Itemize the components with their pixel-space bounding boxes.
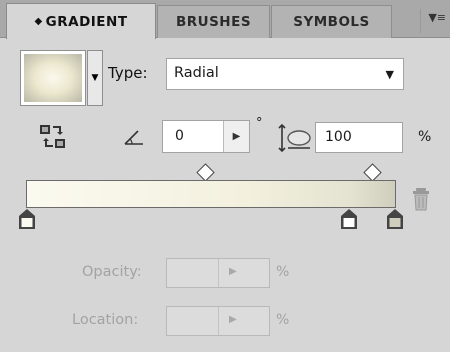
gradient-midpoint[interactable] bbox=[196, 163, 215, 182]
angle-icon bbox=[124, 130, 143, 145]
chevron-down-icon: ▼ bbox=[385, 68, 394, 81]
opacity-label: Opacity: bbox=[82, 264, 142, 280]
tab-brushes[interactable]: BRUSHES bbox=[157, 5, 270, 38]
aspect-ratio-input[interactable]: 100 bbox=[315, 122, 403, 153]
location-input: ▶ bbox=[166, 306, 270, 336]
opacity-unit: % bbox=[276, 264, 290, 280]
tab-symbols-label: SYMBOLS bbox=[293, 14, 370, 30]
location-stepper: ▶ bbox=[229, 314, 237, 325]
gradient-presets-dropdown[interactable]: ▼ bbox=[87, 50, 103, 106]
gradient-stop-middle[interactable] bbox=[340, 208, 358, 230]
gradient-midpoint[interactable] bbox=[363, 163, 382, 182]
location-label: Location: bbox=[72, 312, 139, 328]
opacity-input: ▶ bbox=[166, 258, 270, 288]
gradient-stop-start[interactable] bbox=[18, 208, 36, 230]
tab-brushes-label: BRUSHES bbox=[175, 14, 252, 30]
panel-menu-icon[interactable]: ▼≡ bbox=[420, 9, 446, 33]
aspect-value: 100 bbox=[325, 129, 352, 145]
chevron-down-icon: ▼ bbox=[91, 73, 99, 83]
tab-gradient-label: GRADIENT bbox=[45, 13, 128, 30]
type-select[interactable]: Radial ▼ bbox=[166, 58, 404, 90]
gradient-stop-end[interactable] bbox=[386, 208, 404, 230]
panel-tab-bar: ◆ GRADIENT BRUSHES SYMBOLS ▼≡ bbox=[0, 0, 450, 39]
type-label: Type: bbox=[108, 64, 148, 82]
trash-icon[interactable] bbox=[410, 186, 432, 212]
angle-stepper[interactable]: ▶ bbox=[223, 121, 249, 152]
collapse-diamond-icon[interactable]: ◆ bbox=[34, 16, 42, 27]
degree-symbol: ° bbox=[256, 116, 263, 131]
angle-value: 0 bbox=[175, 128, 184, 144]
aspect-unit: % bbox=[418, 129, 432, 145]
gradient-slider[interactable] bbox=[26, 180, 396, 208]
location-unit: % bbox=[276, 312, 290, 328]
angle-input[interactable]: 0 ▶ bbox=[162, 120, 250, 153]
tab-gradient[interactable]: ◆ GRADIENT bbox=[6, 3, 156, 39]
tab-symbols[interactable]: SYMBOLS bbox=[271, 5, 392, 38]
aspect-ratio-icon bbox=[278, 123, 311, 153]
gradient-thumbnail[interactable] bbox=[20, 50, 86, 106]
type-value: Radial bbox=[174, 65, 219, 81]
opacity-stepper: ▶ bbox=[229, 266, 237, 277]
reverse-gradient-icon[interactable] bbox=[38, 122, 68, 152]
